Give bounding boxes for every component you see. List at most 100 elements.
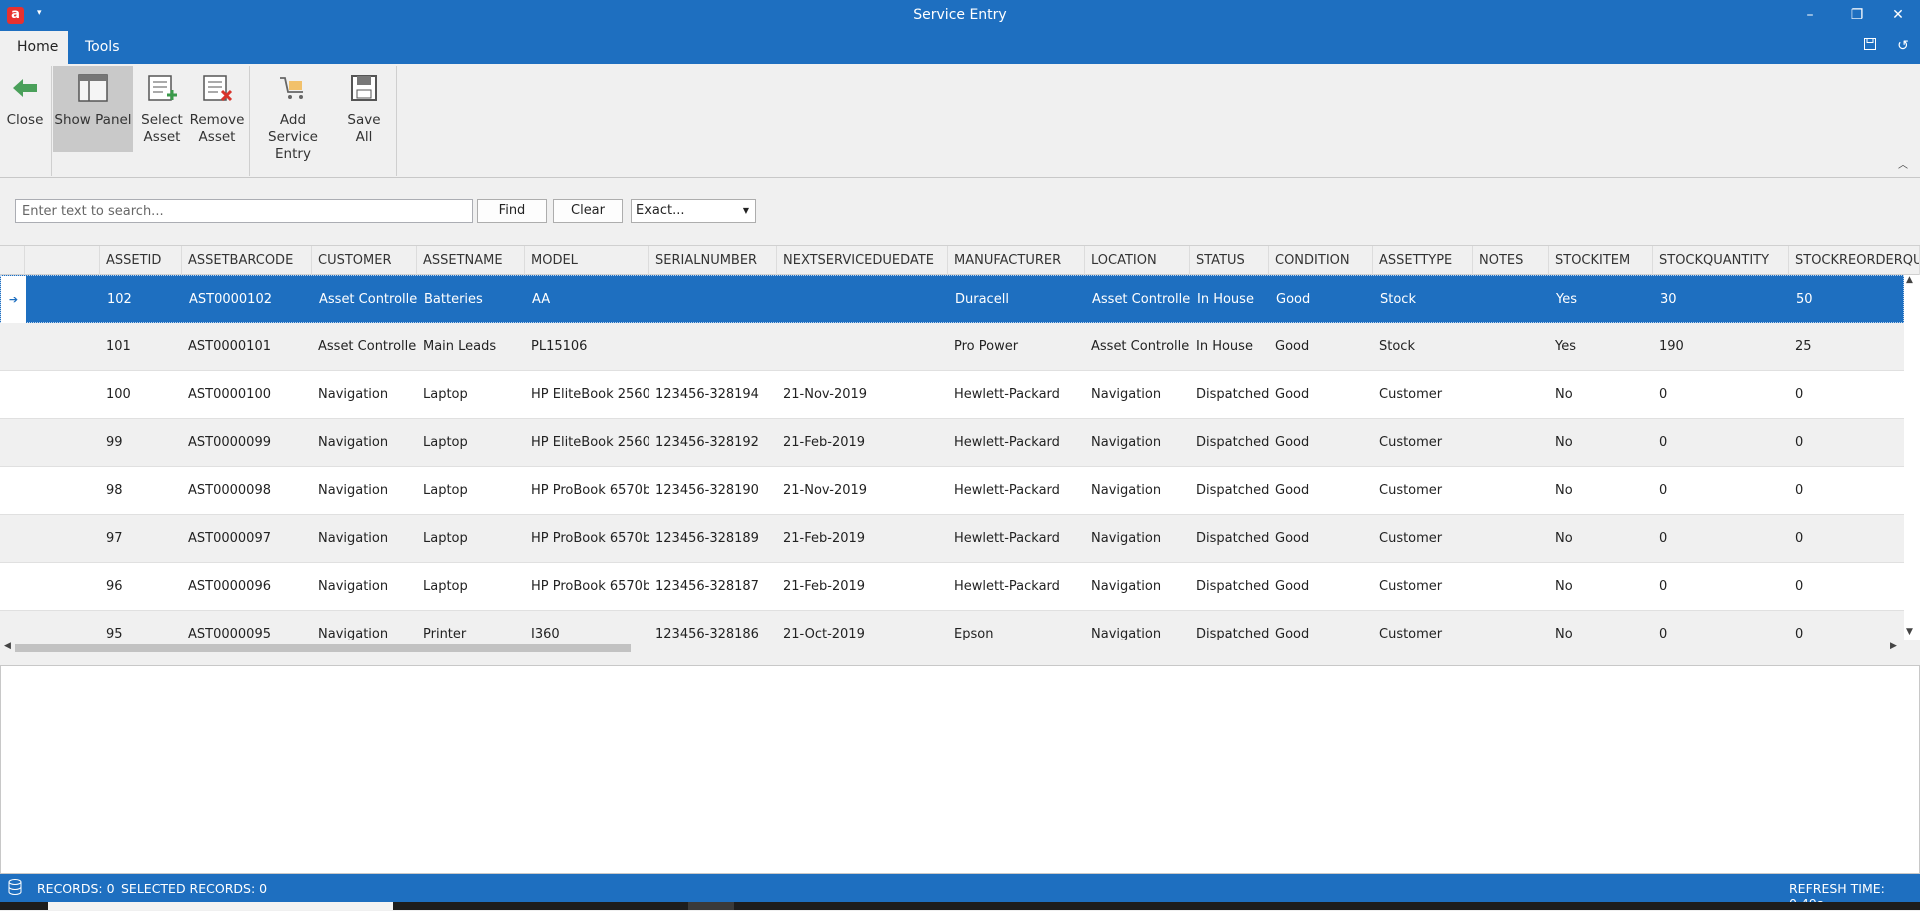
table-row[interactable]: 100 AST0000100 Navigation Laptop HP EliteBoo… xyxy=(0,371,1904,419)
cell-model[interactable]: HP EliteBook 2560p xyxy=(525,371,649,419)
cell-condition[interactable]: Good xyxy=(1269,515,1373,563)
cell-manufacturer[interactable]: Epson xyxy=(948,611,1085,641)
column-header-stockitem[interactable]: STOCKITEM xyxy=(1549,246,1653,275)
save-layout-icon[interactable] xyxy=(1860,38,1880,58)
cell-assetname[interactable]: Laptop xyxy=(417,563,525,611)
cell-location[interactable]: Navigation xyxy=(1085,515,1190,563)
column-header-assetid[interactable]: ASSETID xyxy=(100,246,182,275)
cell-condition[interactable]: Good xyxy=(1269,563,1373,611)
cell-stockitem[interactable]: No xyxy=(1549,467,1653,515)
cell-stockreorderqua[interactable]: 0 xyxy=(1789,611,1920,641)
cell-serialnumber[interactable]: 123456-328190 xyxy=(649,467,777,515)
table-row[interactable]: ➔ 102 AST0000102 Asset Controller Batteries A… xyxy=(0,275,1904,324)
cell-assetbarcode[interactable]: AST0000100 xyxy=(182,371,312,419)
cell-assettype[interactable]: Stock xyxy=(1374,276,1474,324)
cell-manufacturer[interactable]: Hewlett-Packard xyxy=(948,371,1085,419)
cell-model[interactable]: HP ProBook 6570b xyxy=(525,515,649,563)
cell-assetid[interactable]: 98 xyxy=(100,467,182,515)
cell-assetname[interactable]: Laptop xyxy=(417,515,525,563)
cell-assettype[interactable]: Customer xyxy=(1373,371,1473,419)
cell-stockreorderqua[interactable]: 25 xyxy=(1789,323,1920,371)
close-window-icon[interactable]: ✕ xyxy=(1883,4,1913,26)
cell-serialnumber[interactable]: 123456-328192 xyxy=(649,419,777,467)
restore-icon[interactable]: ❐ xyxy=(1842,4,1872,26)
cell-assetname[interactable]: Laptop xyxy=(417,419,525,467)
minimize-icon[interactable]: – xyxy=(1795,4,1825,26)
cell-stockreorderqua[interactable]: 0 xyxy=(1789,419,1920,467)
cell-assettype[interactable]: Customer xyxy=(1373,419,1473,467)
column-header-manufacturer[interactable]: MANUFACTURER xyxy=(948,246,1085,275)
cell-assetbarcode[interactable]: AST0000102 xyxy=(183,276,313,324)
cell-notes[interactable] xyxy=(1473,323,1549,371)
cell-condition[interactable]: Good xyxy=(1270,276,1374,324)
cell-stockquantity[interactable]: 190 xyxy=(1653,323,1789,371)
cell-assetbarcode[interactable]: AST0000099 xyxy=(182,419,312,467)
cell-location[interactable]: Navigation xyxy=(1085,371,1190,419)
cell-model[interactable]: AA xyxy=(526,276,650,324)
cell-status[interactable]: Dispatched xyxy=(1190,467,1269,515)
table-row[interactable]: 99 AST0000099 Navigation Laptop HP EliteBook… xyxy=(0,419,1904,467)
cell-assettype[interactable]: Customer xyxy=(1373,563,1473,611)
cell-assetname[interactable]: Laptop xyxy=(417,467,525,515)
cell-assetid[interactable]: 96 xyxy=(100,563,182,611)
cell-serialnumber[interactable]: 123456-328186 xyxy=(649,611,777,641)
cell-assetid[interactable]: 101 xyxy=(100,323,182,371)
cell-assetbarcode[interactable]: AST0000098 xyxy=(182,467,312,515)
cell-stockquantity[interactable]: 0 xyxy=(1653,371,1789,419)
cell-model[interactable]: PL15106 xyxy=(525,323,649,371)
cell-customer[interactable]: Asset Controller xyxy=(312,323,417,371)
cell-stockreorderqua[interactable]: 0 xyxy=(1789,371,1920,419)
add-service-entry-button[interactable]: Add Service Entry xyxy=(255,66,331,162)
cell-condition[interactable]: Good xyxy=(1269,467,1373,515)
scroll-right-icon[interactable]: ▶ xyxy=(1890,641,1897,651)
cell-stockquantity[interactable]: 30 xyxy=(1654,276,1790,324)
close-button[interactable]: Close xyxy=(3,66,47,152)
column-header-stockquantity[interactable]: STOCKQUANTITY xyxy=(1653,246,1789,275)
cell-assettype[interactable]: Customer xyxy=(1373,611,1473,641)
cell-location[interactable]: Navigation xyxy=(1085,467,1190,515)
cell-nextserviceduedate[interactable] xyxy=(777,323,948,371)
refresh-icon[interactable]: ↺ xyxy=(1893,38,1913,58)
cell-stockquantity[interactable]: 0 xyxy=(1653,515,1789,563)
cell-status[interactable]: Dispatched xyxy=(1190,563,1269,611)
collapse-ribbon-icon[interactable]: ︿ xyxy=(1898,156,1908,171)
clear-button[interactable]: Clear xyxy=(553,199,623,223)
column-header-status[interactable]: STATUS xyxy=(1190,246,1269,275)
cell-assetid[interactable]: 97 xyxy=(100,515,182,563)
cell-assettype[interactable]: Customer xyxy=(1373,467,1473,515)
cell-stockquantity[interactable]: 0 xyxy=(1653,419,1789,467)
cell-customer[interactable]: Navigation xyxy=(312,515,417,563)
cell-assettype[interactable]: Customer xyxy=(1373,515,1473,563)
cell-assetid[interactable]: 99 xyxy=(100,419,182,467)
cell-nextserviceduedate[interactable]: 21-Nov-2019 xyxy=(777,467,948,515)
scroll-down-icon[interactable]: ▼ xyxy=(1906,627,1913,637)
table-row[interactable]: 97 AST0000097 Navigation Laptop HP ProBook 6… xyxy=(0,515,1904,563)
cell-status[interactable]: Dispatched xyxy=(1190,515,1269,563)
cell-customer[interactable]: Navigation xyxy=(312,611,417,641)
cell-manufacturer[interactable]: Hewlett-Packard xyxy=(948,467,1085,515)
cell-model[interactable]: I360 xyxy=(525,611,649,641)
cell-notes[interactable] xyxy=(1473,371,1549,419)
find-button[interactable]: Find xyxy=(477,199,547,223)
cell-location[interactable]: Navigation xyxy=(1085,419,1190,467)
cell-condition[interactable]: Good xyxy=(1269,611,1373,641)
cell-stockquantity[interactable]: 0 xyxy=(1653,563,1789,611)
table-row[interactable]: 98 AST0000098 Navigation Laptop HP ProBook 6… xyxy=(0,467,1904,515)
cell-stockreorderqua[interactable]: 0 xyxy=(1789,563,1920,611)
cell-assetid[interactable]: 102 xyxy=(101,276,183,324)
table-row[interactable]: 95 AST0000095 Navigation Printer I360 123456-… xyxy=(0,611,1904,641)
cell-condition[interactable]: Good xyxy=(1269,371,1373,419)
column-header-assettype[interactable]: ASSETTYPE xyxy=(1373,246,1473,275)
cell-assetbarcode[interactable]: AST0000096 xyxy=(182,563,312,611)
column-header-model[interactable]: MODEL xyxy=(525,246,649,275)
column-header-stockreorderqua[interactable]: STOCKREORDERQUA xyxy=(1789,246,1920,275)
cell-stockitem[interactable]: No xyxy=(1549,515,1653,563)
cell-serialnumber[interactable] xyxy=(650,276,778,324)
cell-notes[interactable] xyxy=(1473,515,1549,563)
cell-stockquantity[interactable]: 0 xyxy=(1653,611,1789,641)
cell-stockitem[interactable]: No xyxy=(1549,371,1653,419)
cell-condition[interactable]: Good xyxy=(1269,419,1373,467)
tab-home[interactable]: Home xyxy=(0,31,68,64)
cell-notes[interactable] xyxy=(1473,611,1549,641)
cell-customer[interactable]: Navigation xyxy=(312,563,417,611)
